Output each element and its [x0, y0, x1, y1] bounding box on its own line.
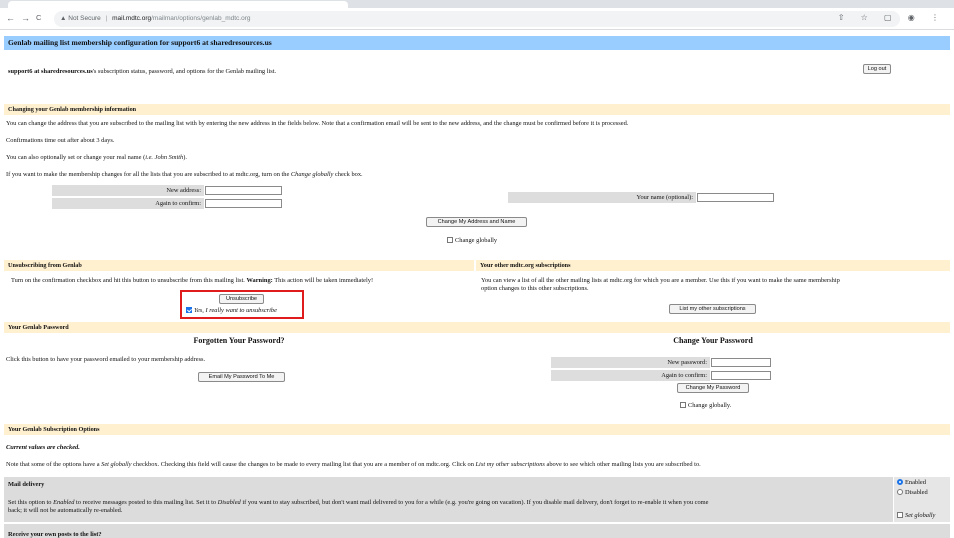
note-ital1: Set globally [101, 461, 132, 468]
para4-post: check box. [333, 171, 363, 178]
subscription-options-header: Your Genlab Subscription Options [4, 424, 950, 435]
intro-text: support6 at sharedresources.us's subscri… [8, 68, 276, 75]
change-globally-checkbox[interactable] [447, 237, 453, 243]
change-password-button[interactable]: Change My Password [677, 383, 749, 393]
para3-ital: i.e. John Smith [145, 154, 184, 161]
set-globally-note: Note that some of the options have a Set… [6, 461, 701, 468]
intro-rest: 's subscription status, password, and op… [92, 68, 277, 75]
change-membership-header: Changing your Genlab membership informat… [4, 104, 950, 115]
forgotten-password-heading: Forgotten Your Password? [193, 336, 285, 345]
unsubscribe-text: Turn on the confirmation checkbox and hi… [11, 277, 373, 284]
enabled-label: Enabled [905, 479, 926, 486]
page-title: Genlab mailing list membership configura… [4, 36, 950, 50]
intro-user: support6 at sharedresources.us [8, 68, 93, 75]
set-globally-checkbox[interactable] [897, 512, 903, 518]
mail-delivery-ital1: Enabled [53, 499, 75, 506]
disabled-radio[interactable] [897, 489, 903, 495]
change-membership-para4: If you want to make the membership chang… [6, 171, 363, 178]
new-address-input[interactable] [205, 186, 282, 195]
mail-delivery-pre: Set this option to [8, 499, 54, 506]
change-globally-label: Change globally [455, 237, 498, 244]
url-path: /mailman/options/genlab_mdtc.org [151, 15, 251, 22]
change-membership-para2: Confirmations time out after about 3 day… [6, 137, 115, 144]
url-host: mail.mdtc.org [112, 15, 152, 22]
confirm-address-input[interactable] [205, 199, 282, 208]
password-header: Your Genlab Password [4, 322, 950, 333]
confirm-password-label: Again to confirm: [551, 370, 710, 381]
mail-delivery-mid1: to receive messages posted to this maili… [74, 499, 218, 506]
mail-delivery-title: Mail delivery [8, 481, 45, 488]
set-globally-label: Set globally [905, 512, 936, 519]
logout-button[interactable]: Log out [863, 64, 891, 74]
other-subscriptions-header: Your other mdtc.org subscriptions [476, 260, 950, 271]
note-post: above to see which other mailing lists y… [544, 461, 701, 468]
reload-icon[interactable]: C [36, 13, 41, 23]
password-change-globally-label: Change globally. [688, 402, 732, 409]
note-ital2: List my other subscriptions [475, 461, 545, 468]
enabled-radio[interactable] [897, 479, 903, 485]
note-pre: Note that some of the options have a [6, 461, 102, 468]
list-other-subscriptions-button[interactable]: List my other subscriptions [669, 304, 756, 314]
name-input[interactable] [697, 193, 774, 202]
mail-delivery-ital2: Disabled [217, 499, 241, 506]
forgotten-password-text: Click this button to have your password … [6, 356, 206, 363]
mail-delivery-post: if you want to stay subscribed, but don'… [240, 499, 709, 506]
page-content: Genlab mailing list membership configura… [0, 31, 954, 538]
other-subs-text: You can view a list of all the other mai… [481, 277, 840, 284]
change-password-heading: Change Your Password [673, 336, 753, 345]
password-change-globally-option[interactable]: Change globally. [680, 402, 731, 409]
next-option-title: Receive your own posts to the list? [8, 531, 102, 538]
change-address-button[interactable]: Change My Address and Name [426, 217, 527, 227]
para4-ital: Change globally [290, 171, 334, 178]
confirm-address-label: Again to confirm: [52, 198, 204, 209]
back-icon[interactable]: ← [6, 13, 15, 23]
para3-post: ). [183, 154, 187, 161]
forward-icon[interactable]: → [21, 13, 30, 23]
other-subs-text2: option changes to this other subscriptio… [481, 285, 589, 292]
para4-pre: If you want to make the membership chang… [6, 171, 291, 178]
mail-delivery-text: Set this option to Enabled to receive me… [8, 499, 708, 506]
email-password-button[interactable]: Email My Password To Me [198, 372, 285, 382]
change-membership-para1: You can change the address that you are … [6, 120, 629, 127]
browser-tab[interactable] [8, 1, 348, 8]
change-membership-para3: You can also optionally set or change yo… [6, 154, 187, 161]
unsubscribe-confirm-checkbox[interactable] [186, 307, 192, 313]
unsubscribe-text-post: This action will be taken immediately! [272, 277, 374, 284]
unsubscribe-header: Unsubscribing from Genlab [4, 260, 474, 271]
security-label: Not Secure [68, 15, 101, 22]
url-separator: | [105, 15, 108, 22]
unsubscribe-warning: Warning: [246, 277, 273, 284]
unsubscribe-confirm-label: Yes, I really want to unsubscribe [194, 307, 277, 314]
warning-icon: ▲ [60, 15, 67, 22]
unsubscribe-text-pre: Turn on the confirmation checkbox and hi… [11, 277, 247, 284]
enabled-option[interactable]: Enabled [897, 479, 926, 486]
browser-tab-strip [0, 0, 954, 8]
mail-delivery-text2: back; it will not be automatically re-en… [8, 507, 123, 514]
unsubscribe-confirm-option[interactable]: Yes, I really want to unsubscribe [186, 307, 277, 314]
browser-toolbar: ← → C ▲ Not Secure | mail.mdtc.org/mailm… [0, 8, 954, 30]
note-mid1: checkbox. Checking this field will cause… [131, 461, 476, 468]
confirm-password-input[interactable] [711, 371, 771, 380]
set-globally-option[interactable]: Set globally [897, 512, 935, 519]
new-password-label: New password: [551, 357, 710, 368]
change-globally-option[interactable]: Change globally [447, 237, 497, 244]
next-option-row [4, 524, 950, 538]
new-address-label: New address: [52, 185, 204, 196]
disabled-option[interactable]: Disabled [897, 489, 928, 496]
browser-action-icons[interactable]: ⇧ ☆ ▢ ◉ ⋮ [838, 13, 946, 22]
password-change-globally-checkbox[interactable] [680, 402, 686, 408]
new-password-input[interactable] [711, 358, 771, 367]
url-bar[interactable]: ▲ Not Secure | mail.mdtc.org/mailman/opt… [54, 11, 900, 27]
name-label: Your name (optional): [508, 192, 696, 203]
disabled-label: Disabled [905, 489, 928, 496]
para3-pre: You can also optionally set or change yo… [6, 154, 146, 161]
unsubscribe-button[interactable]: Unsubscribe [219, 294, 264, 304]
current-values-note: Current values are checked. [6, 444, 80, 451]
